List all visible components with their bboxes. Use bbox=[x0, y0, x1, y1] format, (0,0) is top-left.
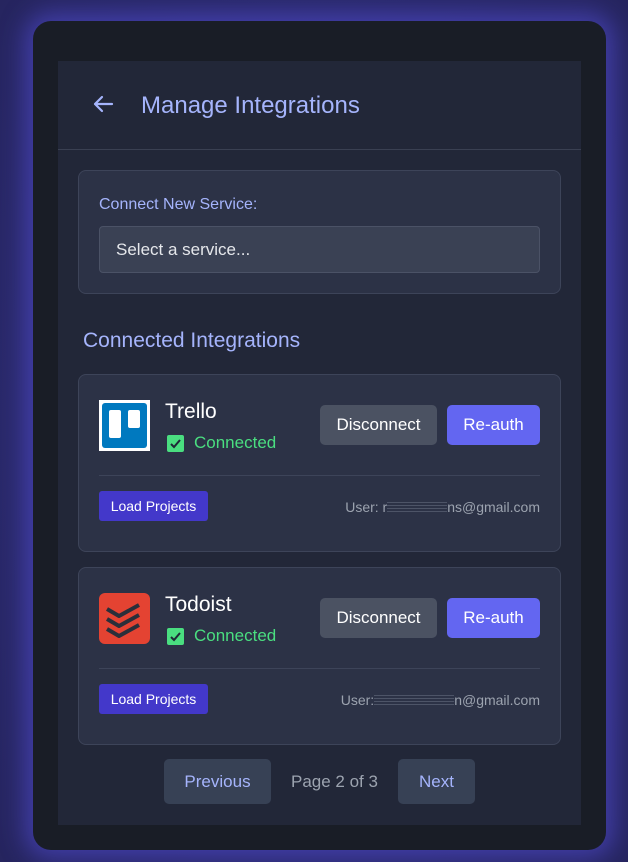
integration-name: Todoist bbox=[165, 593, 232, 616]
arrow-left-icon bbox=[93, 95, 114, 113]
disconnect-button[interactable]: Disconnect bbox=[320, 405, 437, 445]
header: Manage Integrations bbox=[58, 61, 581, 150]
redacted-text bbox=[374, 695, 455, 708]
user-email-suffix: n@gmail.com bbox=[454, 692, 540, 708]
pagination: Previous Page 2 of 3 Next bbox=[58, 759, 581, 805]
user-email-prefix: User: bbox=[340, 692, 375, 708]
previous-page-button[interactable]: Previous bbox=[164, 759, 271, 804]
integrations-screen: Manage Integrations Connect New Service:… bbox=[58, 61, 581, 825]
disconnect-button[interactable]: Disconnect bbox=[320, 598, 437, 638]
integration-card-trello: Trello Connected Disconnect Re-auth Load… bbox=[78, 374, 561, 552]
status-text: Connected bbox=[194, 433, 277, 452]
divider bbox=[99, 475, 540, 476]
page-title: Manage Integrations bbox=[141, 92, 360, 119]
check-icon bbox=[167, 627, 184, 645]
load-projects-button[interactable]: Load Projects bbox=[99, 491, 208, 521]
user-email-prefix: User: r bbox=[345, 499, 388, 515]
todoist-logo-icon bbox=[99, 593, 150, 644]
connect-service-card: Connect New Service: Select a service... bbox=[78, 170, 561, 294]
reauth-button[interactable]: Re-auth bbox=[447, 405, 540, 445]
connected-integrations-title: Connected Integrations bbox=[83, 329, 301, 352]
back-button[interactable] bbox=[88, 89, 118, 119]
divider bbox=[99, 668, 540, 669]
redacted-text bbox=[387, 502, 448, 515]
next-page-button[interactable]: Next bbox=[398, 759, 475, 804]
check-icon bbox=[167, 434, 184, 452]
trello-logo-icon bbox=[99, 400, 150, 451]
integration-card-todoist: Todoist Connected Disconnect Re-auth Loa… bbox=[78, 567, 561, 745]
reauth-button[interactable]: Re-auth bbox=[447, 598, 540, 638]
page-indicator: Page 2 of 3 bbox=[291, 772, 378, 791]
user-email: User: n@gmail.com bbox=[341, 692, 540, 708]
status-badge: Connected bbox=[167, 433, 276, 453]
service-select[interactable]: Select a service... bbox=[99, 226, 540, 273]
user-email: User: r ns@gmail.com bbox=[345, 499, 540, 515]
integration-name: Trello bbox=[165, 400, 217, 423]
status-badge: Connected bbox=[167, 626, 276, 646]
status-text: Connected bbox=[194, 626, 277, 645]
connect-service-label: Connect New Service: bbox=[99, 196, 258, 213]
load-projects-button[interactable]: Load Projects bbox=[99, 684, 208, 714]
user-email-suffix: ns@gmail.com bbox=[447, 499, 540, 515]
